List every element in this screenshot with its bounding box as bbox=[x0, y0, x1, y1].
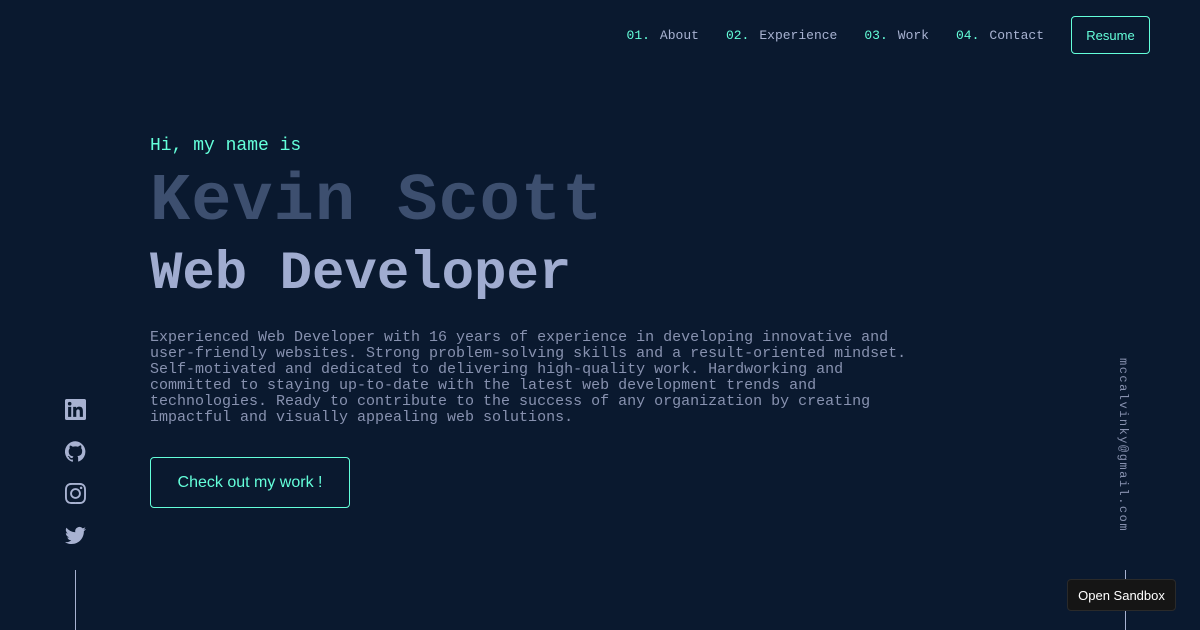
check-out-work-button[interactable]: Check out my work ! bbox=[150, 457, 350, 508]
linkedin-link[interactable] bbox=[64, 398, 86, 420]
nav-item-about[interactable]: 01. About bbox=[627, 28, 699, 43]
nav-item-experience[interactable]: 02. Experience bbox=[726, 28, 837, 43]
nav-item-number: 04. bbox=[955, 27, 980, 43]
github-icon bbox=[64, 440, 85, 462]
github-link[interactable] bbox=[64, 440, 86, 462]
nav-item-label: Experience bbox=[759, 27, 838, 43]
nav-item-number: 01. bbox=[626, 27, 650, 43]
social-links bbox=[64, 398, 86, 566]
hero-bio: Experienced Web Developer with 16 years … bbox=[150, 329, 907, 426]
nav-item-contact[interactable]: 04. Contact bbox=[956, 28, 1044, 43]
hero-name: Kevin Scott bbox=[150, 164, 604, 240]
twitter-link[interactable] bbox=[64, 524, 86, 546]
instagram-link[interactable] bbox=[64, 482, 86, 504]
open-sandbox-button[interactable]: Open Sandbox bbox=[1067, 579, 1176, 611]
left-divider-line bbox=[75, 570, 76, 630]
nav-item-label: About bbox=[659, 27, 699, 43]
twitter-icon bbox=[64, 526, 86, 544]
hero-greeting: Hi, my name is bbox=[150, 136, 302, 156]
resume-button[interactable]: Resume bbox=[1071, 16, 1150, 54]
main-nav: 01. About 02. Experience 03. Work 04. Co… bbox=[627, 16, 1150, 54]
instagram-icon bbox=[64, 482, 86, 504]
linkedin-icon bbox=[64, 398, 86, 420]
nav-item-number: 03. bbox=[864, 27, 888, 43]
nav-item-number: 02. bbox=[725, 27, 750, 43]
email-link[interactable]: mccalvinky@gmail.com bbox=[1116, 358, 1130, 532]
nav-item-label: Contact bbox=[989, 27, 1044, 43]
hero-role: Web Developer bbox=[150, 244, 572, 305]
hero-section: Hi, my name is Kevin Scott Web Developer… bbox=[150, 130, 930, 508]
nav-item-work[interactable]: 03. Work bbox=[864, 28, 929, 43]
nav-item-label: Work bbox=[897, 27, 929, 43]
